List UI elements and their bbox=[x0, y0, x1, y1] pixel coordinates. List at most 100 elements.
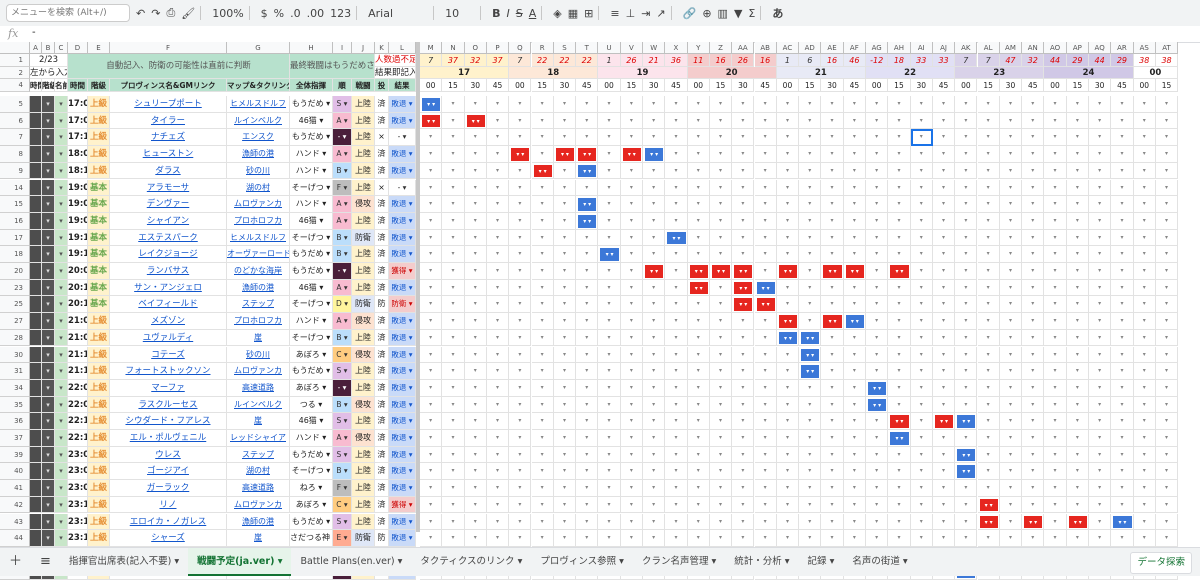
slot-cell[interactable]: ▾ bbox=[553, 430, 577, 447]
slot-cell[interactable]: ▾ bbox=[420, 463, 443, 481]
slot-cell[interactable]: ▾ bbox=[1044, 363, 1067, 380]
battle-cell[interactable]: 上陸 bbox=[352, 463, 375, 481]
slot-cell[interactable]: ▾ bbox=[576, 229, 599, 247]
column-header[interactable]: R bbox=[531, 42, 554, 54]
slot-cell[interactable]: ▾ bbox=[1044, 513, 1067, 531]
slot-cell[interactable]: ▾ bbox=[620, 96, 643, 113]
battle-cell[interactable]: 上陸 bbox=[352, 496, 375, 514]
slot-cell[interactable]: ▾ bbox=[888, 379, 911, 397]
slot-cell[interactable]: ▾ bbox=[1022, 212, 1045, 230]
slot-cell[interactable]: ▾ bbox=[1155, 530, 1179, 547]
slot-cell[interactable]: ▾ bbox=[799, 246, 822, 263]
slot-cell[interactable]: ▾ bbox=[754, 129, 777, 147]
slot-cell[interactable]: ▾ bbox=[776, 112, 800, 130]
slot-cell[interactable]: ▾ bbox=[620, 480, 643, 497]
slot-cell[interactable]: ▾ bbox=[1022, 96, 1045, 113]
comment-icon[interactable]: ⊕ bbox=[702, 7, 711, 20]
slot-cell[interactable]: ▾ bbox=[486, 212, 510, 230]
order-cell[interactable]: S ▾ bbox=[333, 513, 352, 531]
slot-cell[interactable]: ▾ bbox=[486, 146, 510, 163]
name-dropdown[interactable]: ▾ bbox=[55, 446, 68, 464]
slot-cell[interactable]: ▾ bbox=[1133, 212, 1156, 230]
vote-cell[interactable]: 済 bbox=[375, 379, 389, 397]
slot-cell[interactable]: ▾ bbox=[1133, 463, 1156, 481]
schedule-mark[interactable]: ▾ ▾ bbox=[577, 213, 598, 229]
slot-cell[interactable]: ▾ bbox=[687, 379, 710, 397]
slot-cell[interactable]: ▾ bbox=[932, 96, 956, 113]
slot-cell[interactable]: ▾ bbox=[1066, 112, 1089, 130]
slot-cell[interactable]: ▾ bbox=[732, 379, 755, 397]
slot-cell[interactable]: ▾ bbox=[1022, 480, 1045, 497]
slot-cell[interactable]: ▾ bbox=[999, 396, 1023, 414]
slot-cell[interactable]: ▾ bbox=[442, 379, 465, 397]
slot-cell[interactable]: ▾ bbox=[553, 96, 577, 113]
tier-cell[interactable]: 基本 bbox=[88, 196, 110, 213]
slot-cell[interactable]: ▾ bbox=[442, 296, 465, 314]
slot-cell[interactable]: ▾ bbox=[888, 129, 911, 147]
schedule-mark[interactable]: ▾ ▾ bbox=[421, 113, 442, 129]
result-cell[interactable]: 敗退 ▾ bbox=[389, 379, 416, 397]
slot-cell[interactable]: ▾ bbox=[486, 530, 510, 547]
slot-cell[interactable]: ▾ bbox=[1111, 296, 1134, 314]
slot-cell[interactable]: ▾ bbox=[910, 480, 933, 497]
row-header[interactable]: 14 bbox=[0, 179, 30, 197]
slot-cell[interactable]: ▾ bbox=[843, 413, 866, 430]
slot-cell[interactable]: ▾ bbox=[598, 229, 621, 247]
order-cell[interactable]: - ▾ bbox=[333, 263, 352, 280]
slot-cell[interactable]: ▾ bbox=[821, 513, 844, 531]
column-header[interactable]: AO bbox=[1044, 42, 1067, 54]
slot-cell[interactable]: ▾ bbox=[643, 363, 666, 380]
slot-cell[interactable]: ▾ bbox=[732, 96, 755, 113]
slot-cell[interactable]: ▾ bbox=[776, 346, 800, 364]
slot-cell[interactable]: ▾ bbox=[553, 379, 577, 397]
slot-cell[interactable]: ▾ bbox=[420, 146, 443, 163]
schedule-mark[interactable]: ▾ ▾ bbox=[532, 163, 553, 179]
schedule-mark[interactable]: ▾ ▾ bbox=[822, 314, 843, 329]
slot-cell[interactable]: ▾ bbox=[553, 530, 577, 547]
slot-cell[interactable]: ▾ bbox=[910, 463, 933, 481]
time-cell[interactable]: 17:00 bbox=[68, 96, 88, 113]
add-sheet-icon[interactable]: ＋ bbox=[0, 548, 31, 576]
column-header[interactable]: AT bbox=[1155, 42, 1179, 54]
schedule-mark[interactable]: ▾ ▾ bbox=[933, 414, 955, 429]
slot-cell[interactable]: ▾ bbox=[553, 129, 577, 147]
slot-cell[interactable]: ▾ bbox=[732, 396, 755, 414]
vote-cell[interactable]: 済 bbox=[375, 496, 389, 514]
column-header[interactable]: AH bbox=[888, 42, 911, 54]
slot-cell[interactable]: ▾ bbox=[1089, 329, 1112, 347]
slot-cell[interactable]: ▾ bbox=[687, 162, 710, 180]
tier-cell[interactable]: 上級 bbox=[88, 129, 110, 147]
slot-cell[interactable]: ▾ bbox=[1066, 146, 1089, 163]
slot-cell[interactable]: ▾ bbox=[732, 463, 755, 481]
slot-cell[interactable]: ▾ bbox=[1111, 212, 1134, 230]
slot-cell[interactable]: ▾ bbox=[620, 263, 643, 280]
slot-cell[interactable]: ▾ bbox=[486, 313, 510, 330]
tier-dropdown[interactable]: ▾ bbox=[42, 313, 55, 330]
slot-cell[interactable]: ▾ bbox=[754, 196, 777, 213]
time-cell[interactable]: 22:00 bbox=[68, 379, 88, 397]
battle-cell[interactable]: 防衛 bbox=[352, 296, 375, 314]
tier-dropdown[interactable]: ▾ bbox=[42, 263, 55, 280]
column-header[interactable]: AR bbox=[1111, 42, 1134, 54]
battle-cell[interactable]: 上陸 bbox=[352, 112, 375, 130]
slot-cell[interactable]: ▾ bbox=[1155, 212, 1179, 230]
slot-cell[interactable]: ▾ bbox=[486, 263, 510, 280]
slot-cell[interactable]: ▾ bbox=[910, 296, 933, 314]
schedule-mark[interactable]: ▾ ▾ bbox=[577, 147, 598, 162]
commander-cell[interactable]: 46猫 ▾ bbox=[290, 279, 333, 297]
slot-cell[interactable]: ▾ bbox=[620, 413, 643, 430]
slot-cell[interactable]: ▾ bbox=[665, 96, 688, 113]
province-link[interactable]: メズゾン bbox=[110, 313, 227, 330]
tier-cell[interactable]: 上級 bbox=[88, 313, 110, 330]
column-header[interactable]: S bbox=[553, 42, 577, 54]
sheet-tab[interactable]: 戦闘予定(ja.ver) ▾ bbox=[188, 548, 292, 576]
slot-cell[interactable]: ▾ bbox=[509, 212, 532, 230]
slot-cell[interactable]: ▾ bbox=[888, 146, 911, 163]
time-cell[interactable]: 20:15 bbox=[68, 279, 88, 297]
slot-cell[interactable]: ▾ bbox=[620, 513, 643, 531]
tier-cell[interactable]: 上級 bbox=[88, 413, 110, 430]
column-header[interactable]: K bbox=[375, 42, 389, 54]
name-dropdown[interactable]: ▾ bbox=[55, 379, 68, 397]
slot-cell[interactable]: ▾ bbox=[932, 363, 956, 380]
commander-cell[interactable]: つる ▾ bbox=[290, 396, 333, 414]
